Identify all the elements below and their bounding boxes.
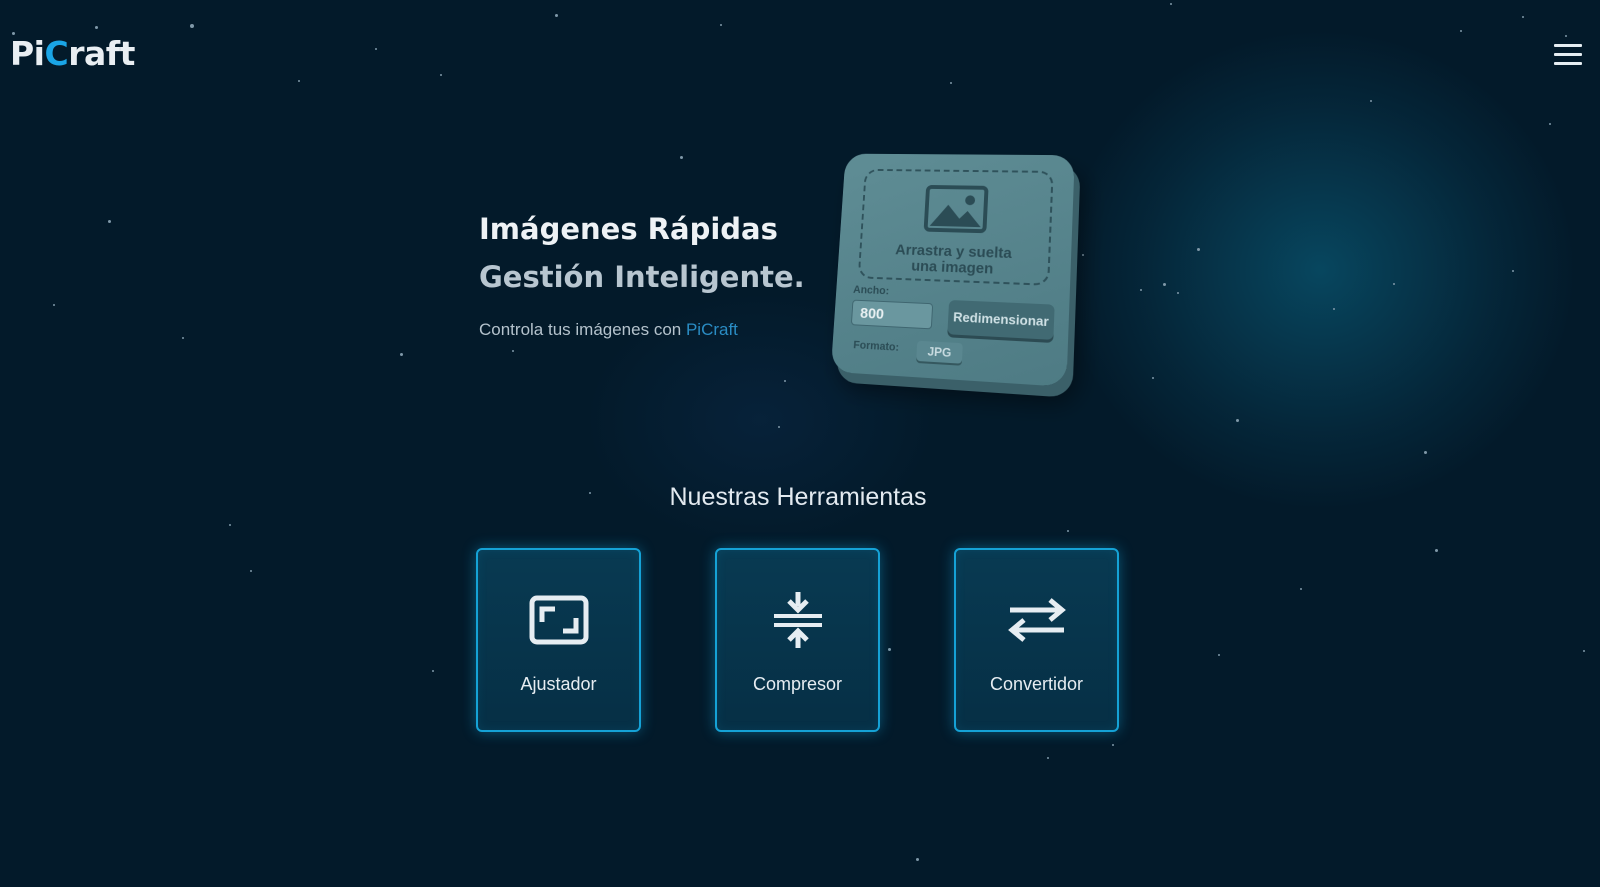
swap-arrows-icon <box>1007 598 1066 642</box>
star-dot <box>250 570 252 572</box>
tool-card-compresor[interactable]: Compresor <box>715 548 880 732</box>
tools-section-title: Nuestras Herramientas <box>669 483 927 511</box>
star-dot <box>784 380 786 382</box>
format-select: JPG <box>916 340 963 364</box>
star-dot <box>1082 254 1084 256</box>
logo-text-pi: Pi <box>10 34 45 73</box>
format-label: Formato: <box>852 339 900 354</box>
star-dot <box>778 426 780 428</box>
star-dot <box>950 82 952 84</box>
tool-card-ajustador[interactable]: Ajustador <box>476 548 641 732</box>
star-dot <box>1112 744 1114 746</box>
star-dot <box>432 670 434 672</box>
star-dot <box>1565 35 1567 37</box>
menu-bar <box>1554 53 1582 56</box>
image-placeholder-icon <box>924 185 989 233</box>
drop-zone: Arrastra y suelta una imagen <box>857 168 1054 286</box>
compress-icon <box>773 592 822 648</box>
star-dot <box>298 80 300 82</box>
star-dot <box>1460 30 1462 32</box>
menu-bar <box>1554 62 1582 65</box>
site-logo[interactable]: PiCraft <box>10 34 135 73</box>
star-dot <box>95 26 98 29</box>
logo-text-accent: C <box>44 34 69 73</box>
star-dot <box>720 24 722 26</box>
hero-subtitle: Gestión Inteligente. <box>479 260 805 294</box>
tagline-text: Controla tus imágenes con <box>479 320 686 339</box>
star-dot <box>1067 530 1069 532</box>
star-dot <box>888 648 891 651</box>
tool-label: Compresor <box>752 674 843 694</box>
star-dot <box>1333 308 1335 310</box>
star-dot <box>1236 419 1239 422</box>
hero-title: Imágenes Rápidas <box>479 212 778 246</box>
star-dot <box>1549 123 1551 125</box>
star-dot <box>1583 650 1585 652</box>
star-dot <box>916 858 919 861</box>
hamburger-menu-icon[interactable] <box>1554 44 1582 66</box>
star-dot <box>1370 100 1372 102</box>
star-dot <box>1047 757 1049 759</box>
star-dot <box>1163 283 1166 286</box>
star-dot <box>555 14 558 17</box>
star-dot <box>53 304 55 306</box>
width-label: Ancho: <box>852 283 890 298</box>
star-dot <box>1522 16 1524 18</box>
star-dot <box>108 220 111 223</box>
resizer-mockup-card: Arrastra y suelta una imagen Ancho: 800 … <box>830 153 1075 387</box>
resize-frame-icon <box>529 595 588 645</box>
star-dot <box>1177 292 1179 294</box>
logo-text-raft: raft <box>68 34 135 73</box>
star-dot <box>1140 289 1142 291</box>
star-dot <box>182 337 184 339</box>
star-dot <box>375 48 377 50</box>
tool-label: Convertidor <box>989 674 1084 694</box>
tool-label: Ajustador <box>520 674 597 694</box>
star-dot <box>1512 270 1514 272</box>
star-dot <box>229 524 231 526</box>
drop-zone-text: Arrastra y suelta una imagen <box>860 241 1049 279</box>
tool-card-convertidor[interactable]: Convertidor <box>954 548 1119 732</box>
star-dot <box>1424 451 1427 454</box>
star-dot <box>1197 248 1200 251</box>
star-dot <box>1435 549 1438 552</box>
star-dot <box>190 24 194 28</box>
star-dot <box>400 353 403 356</box>
star-dot <box>440 74 442 76</box>
resize-button: Redimensionar <box>947 299 1055 340</box>
star-dot <box>1170 3 1172 5</box>
star-dot <box>512 350 514 352</box>
width-field: 800 <box>850 299 934 330</box>
star-dot <box>1152 377 1154 379</box>
star-dot <box>1300 588 1302 590</box>
star-dot <box>680 156 683 159</box>
tagline-brand-link[interactable]: PiCraft <box>686 320 738 339</box>
star-dot <box>1393 283 1395 285</box>
star-dot <box>1218 654 1220 656</box>
starfield-background <box>0 0 1600 887</box>
menu-bar <box>1554 44 1582 47</box>
hero-tagline: Controla tus imágenes con PiCraft <box>479 320 738 340</box>
